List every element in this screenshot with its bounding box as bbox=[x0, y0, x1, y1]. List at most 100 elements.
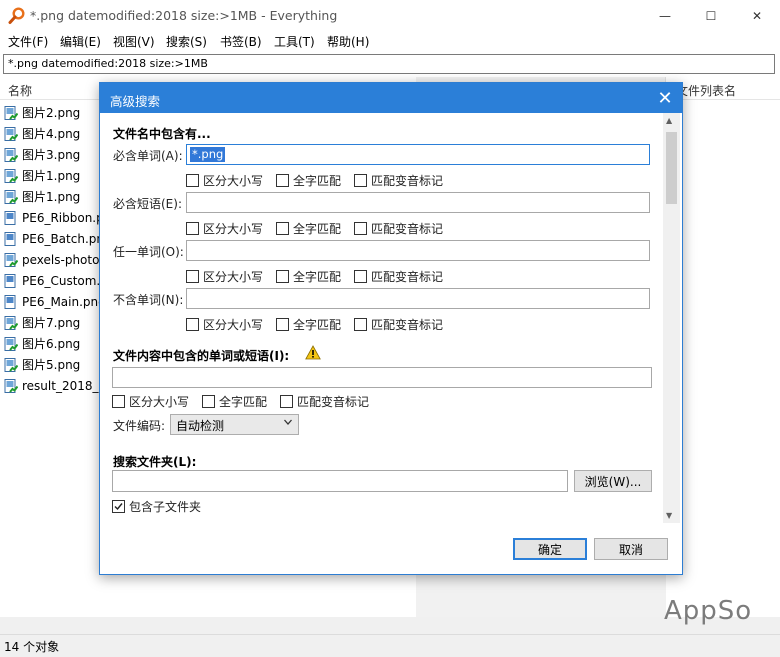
checkbox-label: 区分大小写 bbox=[203, 222, 264, 236]
not-word-whole-word-checkbox[interactable]: 全字匹配 bbox=[276, 316, 341, 333]
checkbox-box bbox=[354, 270, 367, 283]
menu-search[interactable]: 搜索(S) bbox=[166, 33, 207, 50]
scroll-down-icon[interactable]: ▼ bbox=[666, 511, 672, 520]
file-name: 图片5.png bbox=[22, 358, 81, 372]
file-name: 图片1.png bbox=[22, 169, 81, 183]
file-name: PE6_Main.png bbox=[22, 294, 106, 309]
content-match-case-checkbox[interactable]: 区分大小写 bbox=[112, 393, 189, 410]
file-name: PE6_Batch.pn bbox=[22, 231, 104, 246]
content-section-title: 文件内容中包含的单词或短语(I): bbox=[113, 349, 290, 363]
scroll-up-icon[interactable]: ▲ bbox=[666, 116, 672, 125]
checkbox-label: 匹配变音标记 bbox=[297, 395, 370, 409]
checkbox-label: 全字匹配 bbox=[219, 395, 268, 409]
checkbox-box bbox=[280, 395, 293, 408]
status-object-count: 14 个对象 bbox=[4, 640, 60, 654]
close-button[interactable]: ✕ bbox=[734, 0, 780, 32]
minimize-icon: — bbox=[659, 9, 671, 23]
png-file-icon bbox=[4, 336, 19, 351]
filename-section-title: 文件名中包含有... bbox=[113, 127, 211, 141]
checkbox-box bbox=[276, 174, 289, 187]
must-word-whole-word-checkbox[interactable]: 全字匹配 bbox=[276, 172, 341, 189]
checkbox-box bbox=[186, 174, 199, 187]
menu-view[interactable]: 视图(V) bbox=[113, 33, 155, 50]
file-name: 图片7.png bbox=[22, 316, 81, 330]
column-header-filelist[interactable]: 文件列表名 bbox=[676, 82, 736, 99]
folder-input[interactable] bbox=[112, 470, 568, 492]
not-word-diacritics-checkbox[interactable]: 匹配变音标记 bbox=[354, 316, 443, 333]
column-header-name[interactable]: 名称 bbox=[8, 82, 32, 99]
menu-edit[interactable]: 编辑(E) bbox=[60, 33, 101, 50]
checkbox-label: 匹配变音标记 bbox=[371, 174, 444, 188]
png-file-icon bbox=[4, 105, 19, 120]
png-file-icon bbox=[4, 357, 19, 372]
menu-tools[interactable]: 工具(T) bbox=[274, 33, 315, 50]
dialog-title: 高级搜索 bbox=[110, 94, 161, 109]
not-word-input[interactable] bbox=[186, 288, 650, 309]
checkbox-box bbox=[112, 500, 125, 513]
menu-help[interactable]: 帮助(H) bbox=[327, 33, 369, 50]
file-name: result_2018_0 bbox=[22, 378, 107, 393]
ok-button[interactable]: 确定 bbox=[513, 538, 587, 560]
search-input[interactable]: *.png datemodified:2018 size:>1MB bbox=[3, 54, 775, 74]
checkbox-label: 全字匹配 bbox=[293, 270, 342, 284]
not-word-match-case-checkbox[interactable]: 区分大小写 bbox=[186, 316, 263, 333]
must-phrase-whole-word-checkbox[interactable]: 全字匹配 bbox=[276, 220, 341, 237]
any-word-diacritics-checkbox[interactable]: 匹配变音标记 bbox=[354, 268, 443, 285]
file-name: pexels-photo bbox=[22, 252, 100, 267]
not-word-label: 不含单词(N): bbox=[113, 293, 184, 307]
window-title: *.png datemodified:2018 size:>1MB - Ever… bbox=[30, 8, 338, 23]
must-phrase-match-case-checkbox[interactable]: 区分大小写 bbox=[186, 220, 263, 237]
minimize-button[interactable]: — bbox=[642, 0, 688, 32]
checkbox-box bbox=[186, 318, 199, 331]
encoding-dropdown[interactable]: 自动检测 bbox=[170, 414, 299, 435]
checkbox-box bbox=[354, 222, 367, 235]
any-word-match-case-checkbox[interactable]: 区分大小写 bbox=[186, 268, 263, 285]
checkbox-box bbox=[186, 222, 199, 235]
checkbox-box bbox=[202, 395, 215, 408]
checkbox-label: 全字匹配 bbox=[293, 318, 342, 332]
dialog-close-button[interactable]: ✕ bbox=[653, 87, 677, 109]
checkbox-box bbox=[354, 318, 367, 331]
scroll-thumb[interactable] bbox=[666, 132, 677, 204]
checkbox-box bbox=[276, 270, 289, 283]
must-word-input[interactable]: *.png bbox=[186, 144, 650, 165]
file-name: PE6_Ribbon.p bbox=[22, 210, 104, 225]
png-file-icon bbox=[4, 273, 18, 288]
horizontal-scrollbar[interactable] bbox=[0, 617, 780, 634]
must-word-diacritics-checkbox[interactable]: 匹配变音标记 bbox=[354, 172, 443, 189]
must-word-match-case-checkbox[interactable]: 区分大小写 bbox=[186, 172, 263, 189]
file-name: 图片3.png bbox=[22, 148, 81, 162]
cancel-button[interactable]: 取消 bbox=[594, 538, 668, 560]
content-whole-word-checkbox[interactable]: 全字匹配 bbox=[202, 393, 267, 410]
content-diacritics-checkbox[interactable]: 匹配变音标记 bbox=[280, 393, 369, 410]
png-file-icon bbox=[4, 294, 18, 309]
include-subfolders-checkbox[interactable]: 包含子文件夹 bbox=[112, 498, 201, 515]
checkbox-label: 全字匹配 bbox=[293, 174, 342, 188]
checkbox-label: 包含子文件夹 bbox=[129, 500, 202, 514]
close-icon: ✕ bbox=[751, 9, 763, 23]
png-file-icon bbox=[4, 315, 19, 330]
png-file-icon bbox=[4, 210, 18, 225]
checkbox-box bbox=[112, 395, 125, 408]
chevron-down-icon bbox=[283, 417, 293, 430]
checkbox-box bbox=[354, 174, 367, 187]
any-word-input[interactable] bbox=[186, 240, 650, 261]
png-file-icon bbox=[4, 252, 19, 267]
checkbox-box bbox=[186, 270, 199, 283]
checkbox-label: 全字匹配 bbox=[293, 222, 342, 236]
any-word-label: 任一单词(O): bbox=[113, 245, 184, 259]
any-word-whole-word-checkbox[interactable]: 全字匹配 bbox=[276, 268, 341, 285]
content-input[interactable] bbox=[112, 367, 652, 388]
must-phrase-diacritics-checkbox[interactable]: 匹配变音标记 bbox=[354, 220, 443, 237]
menu-file[interactable]: 文件(F) bbox=[8, 33, 48, 50]
browse-button[interactable]: 浏览(W)... bbox=[574, 470, 652, 492]
search-input-value: *.png datemodified:2018 size:>1MB bbox=[8, 57, 208, 70]
checkbox-label: 区分大小写 bbox=[203, 270, 264, 284]
must-word-label: 必含单词(A): bbox=[113, 149, 183, 163]
png-file-icon bbox=[4, 147, 19, 162]
checkbox-box bbox=[276, 318, 289, 331]
menu-bookmarks[interactable]: 书签(B) bbox=[220, 33, 262, 50]
must-phrase-label: 必含短语(E): bbox=[113, 197, 182, 211]
maximize-button[interactable]: ☐ bbox=[688, 0, 734, 32]
must-phrase-input[interactable] bbox=[186, 192, 650, 213]
